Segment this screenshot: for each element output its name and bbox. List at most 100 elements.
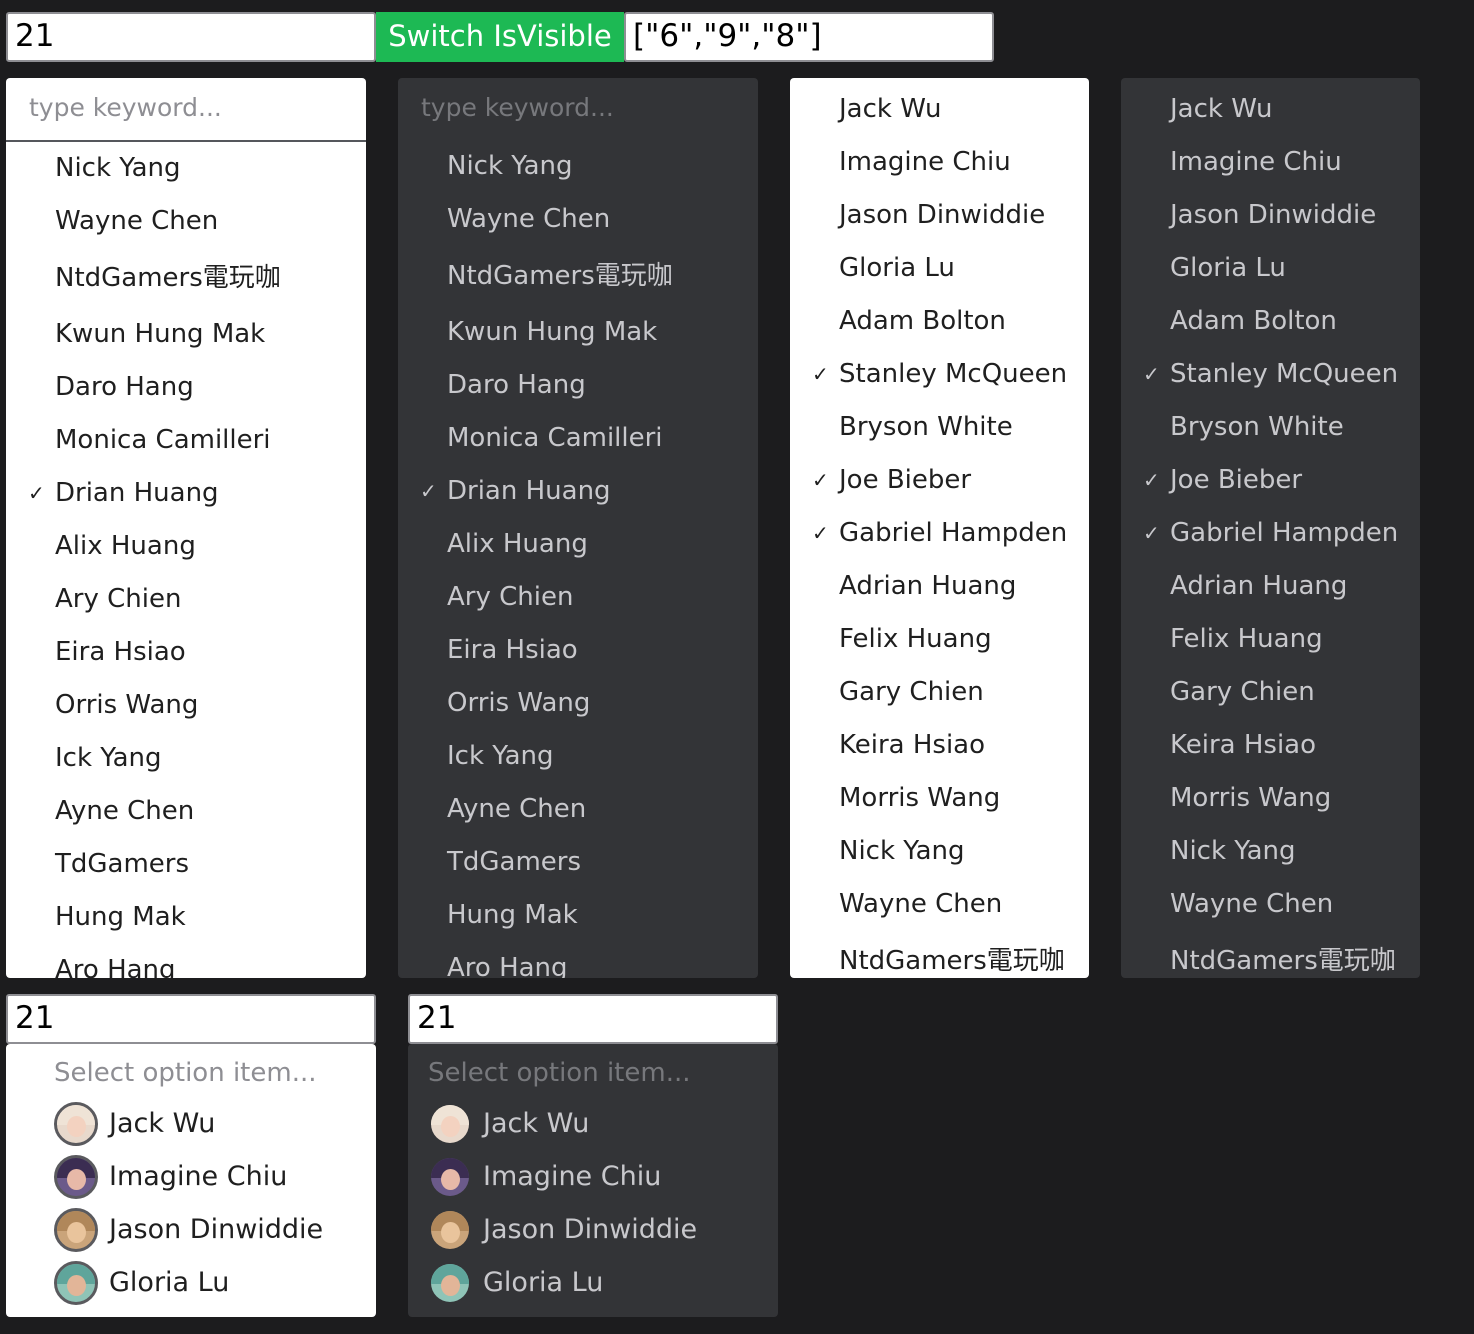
- list-item[interactable]: Daro Hang: [6, 361, 366, 414]
- list-item[interactable]: ✓ Stanley McQueen: [1121, 348, 1420, 401]
- list-item[interactable]: Nick Yang: [398, 140, 758, 193]
- list-item[interactable]: TdGamers: [398, 836, 758, 889]
- list-item-label: NtdGamers電玩咖: [55, 263, 281, 293]
- list-item[interactable]: NtdGamers電玩咖: [6, 248, 366, 308]
- list-item[interactable]: Jack Wu: [790, 83, 1089, 136]
- avatar-option[interactable]: Imagine Chiu: [6, 1150, 376, 1203]
- list-item[interactable]: Bryson White: [790, 401, 1089, 454]
- list-item-label: Imagine Chiu: [839, 147, 1011, 177]
- list-item[interactable]: Ayne Chen: [6, 785, 366, 838]
- list-item[interactable]: ✓ Drian Huang: [398, 465, 758, 518]
- list-item[interactable]: Jason Dinwiddie: [1121, 189, 1420, 242]
- switch-isvisible-button[interactable]: Switch IsVisible: [376, 12, 624, 62]
- list-item[interactable]: Gary Chien: [790, 666, 1089, 719]
- list-item[interactable]: Ick Yang: [398, 730, 758, 783]
- list-item[interactable]: Hung Mak: [398, 889, 758, 942]
- avatar-imagine-chiu-icon: [54, 1154, 98, 1199]
- list-item-label: Monica Camilleri: [55, 425, 271, 455]
- list-item[interactable]: ✓ Stanley McQueen: [790, 348, 1089, 401]
- list-item[interactable]: Wayne Chen: [790, 878, 1089, 931]
- list-item-label: Gloria Lu: [1170, 253, 1286, 283]
- list-item[interactable]: NtdGamers電玩咖: [398, 246, 758, 306]
- list-item[interactable]: ✓ Gabriel Hampden: [1121, 507, 1420, 560]
- list-item[interactable]: Bryson White: [1121, 401, 1420, 454]
- list-item[interactable]: Adrian Huang: [790, 560, 1089, 613]
- checkmark-icon: ✓: [28, 481, 45, 505]
- list-item[interactable]: Keira Hsiao: [1121, 719, 1420, 772]
- list-item-label: Wayne Chen: [839, 889, 1003, 919]
- list-item[interactable]: ✓ Drian Huang: [6, 467, 366, 520]
- list-item[interactable]: Adam Bolton: [790, 295, 1089, 348]
- list-item[interactable]: Morris Wang: [790, 772, 1089, 825]
- list-item[interactable]: ✓ Gabriel Hampden: [790, 507, 1089, 560]
- option-list: Nick Yang Wayne Chen NtdGamers電玩咖 Kwun Hung…: [398, 140, 758, 978]
- list-item[interactable]: Jack Wu: [1121, 83, 1420, 136]
- list-item[interactable]: Jason Dinwiddie: [790, 189, 1089, 242]
- list-item-label: Eira Hsiao: [55, 637, 186, 667]
- list-item[interactable]: Kwun Hung Mak: [398, 306, 758, 359]
- list-item[interactable]: Felix Huang: [1121, 613, 1420, 666]
- list-item[interactable]: Monica Camilleri: [6, 414, 366, 467]
- list-item[interactable]: Eira Hsiao: [6, 626, 366, 679]
- avatar-jack-wu-icon: [431, 1104, 469, 1143]
- list-item[interactable]: Nick Yang: [6, 142, 366, 195]
- keyword-search-input[interactable]: type keyword...: [6, 78, 366, 142]
- list-item[interactable]: ✓ Joe Bieber: [1121, 454, 1420, 507]
- dark-avatar-dropdown: Select option item... Jack Wu Imagine Chi…: [408, 1044, 778, 1317]
- list-item[interactable]: Gloria Lu: [1121, 242, 1420, 295]
- avatar-option[interactable]: Imagine Chiu: [408, 1150, 778, 1203]
- list-item[interactable]: Wayne Chen: [398, 193, 758, 246]
- list-item[interactable]: Aro Hang: [6, 944, 366, 978]
- list-item[interactable]: Hung Mak: [6, 891, 366, 944]
- list-item[interactable]: Eira Hsiao: [398, 624, 758, 677]
- list-item[interactable]: Orris Wang: [398, 677, 758, 730]
- list-item[interactable]: Nick Yang: [1121, 825, 1420, 878]
- list-item[interactable]: Gloria Lu: [790, 242, 1089, 295]
- list-item[interactable]: ✓ Joe Bieber: [790, 454, 1089, 507]
- list-item[interactable]: Adam Bolton: [1121, 295, 1420, 348]
- list-item[interactable]: Nick Yang: [790, 825, 1089, 878]
- list-item[interactable]: NtdGamers電玩咖: [1121, 931, 1420, 978]
- list-item[interactable]: Felix Huang: [790, 613, 1089, 666]
- list-item[interactable]: Imagine Chiu: [790, 136, 1089, 189]
- list-item-label: Morris Wang: [1170, 783, 1332, 813]
- avatar-option[interactable]: Jack Wu: [408, 1097, 778, 1150]
- option-label: Imagine Chiu: [483, 1161, 662, 1192]
- list-item[interactable]: Aro Hang: [398, 942, 758, 978]
- list-item[interactable]: Wayne Chen: [1121, 878, 1420, 931]
- list-item-label: Keira Hsiao: [839, 730, 986, 760]
- list-item[interactable]: Orris Wang: [6, 679, 366, 732]
- list-item[interactable]: Adrian Huang: [1121, 560, 1420, 613]
- avatar-option[interactable]: Jason Dinwiddie: [6, 1203, 376, 1256]
- list-item[interactable]: Daro Hang: [398, 359, 758, 412]
- light-select-input[interactable]: 21: [6, 994, 376, 1044]
- list-item[interactable]: Wayne Chen: [6, 195, 366, 248]
- list-item[interactable]: Ayne Chen: [398, 783, 758, 836]
- list-item[interactable]: Monica Camilleri: [398, 412, 758, 465]
- avatar-option[interactable]: Jack Wu: [6, 1097, 376, 1150]
- list-item[interactable]: Ary Chien: [6, 573, 366, 626]
- selected-values-input[interactable]: ["6","9","8"]: [624, 12, 994, 62]
- avatar-option[interactable]: Jason Dinwiddie: [408, 1203, 778, 1256]
- option-list: Nick Yang Wayne Chen NtdGamers電玩咖 Kwun Hung…: [6, 142, 366, 978]
- list-item[interactable]: Gary Chien: [1121, 666, 1420, 719]
- list-item[interactable]: Keira Hsiao: [790, 719, 1089, 772]
- number-input[interactable]: 21: [6, 12, 376, 62]
- list-item-label: Adam Bolton: [839, 306, 1006, 336]
- list-item[interactable]: Imagine Chiu: [1121, 136, 1420, 189]
- list-item[interactable]: TdGamers: [6, 838, 366, 891]
- light-searchable-list-panel: type keyword... Nick Yang Wayne Chen NtdGa…: [6, 78, 366, 978]
- keyword-search-input[interactable]: type keyword...: [398, 78, 758, 140]
- list-item[interactable]: NtdGamers電玩咖: [790, 931, 1089, 978]
- list-item[interactable]: Alix Huang: [398, 518, 758, 571]
- option-label: Gloria Lu: [109, 1267, 230, 1298]
- dark-select-input[interactable]: 21: [408, 994, 778, 1044]
- avatar-option[interactable]: Gloria Lu: [6, 1256, 376, 1309]
- list-item[interactable]: Kwun Hung Mak: [6, 308, 366, 361]
- list-item[interactable]: Ary Chien: [398, 571, 758, 624]
- list-item-label: Morris Wang: [839, 783, 1001, 813]
- list-item[interactable]: Morris Wang: [1121, 772, 1420, 825]
- list-item[interactable]: Ick Yang: [6, 732, 366, 785]
- avatar-option[interactable]: Gloria Lu: [408, 1256, 778, 1309]
- list-item[interactable]: Alix Huang: [6, 520, 366, 573]
